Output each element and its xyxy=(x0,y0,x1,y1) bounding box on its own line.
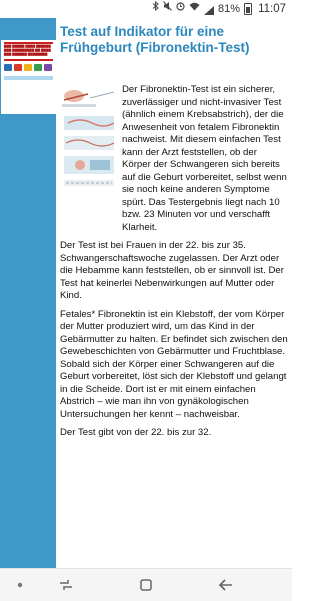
status-icons: 81% 11:07 xyxy=(152,0,286,18)
sidebar: ▇▇▇ ▇▇▇▇▇ ▇▇▇▇ ▇▇▇▇▇▇ ▇▇▇ ▇▇▇▇▇▇▇▇▇ ▇▇ ▇… xyxy=(0,18,56,568)
wifi-icon xyxy=(189,0,200,18)
paragraph-3: Fetales* Fibronektin ist ein Klebstoff, … xyxy=(60,308,288,420)
page-title: Test auf Indikator für eine Frühgeburt (… xyxy=(60,24,250,55)
logo-badges xyxy=(4,64,52,71)
battery-percent: 81% xyxy=(218,3,241,15)
back-icon[interactable] xyxy=(206,569,246,601)
article: Test auf Indikator für eine Frühgeburt (… xyxy=(56,18,292,568)
home-icon[interactable] xyxy=(126,569,166,601)
alarm-icon xyxy=(176,0,185,18)
site-logo[interactable]: ▇▇▇ ▇▇▇▇▇ ▇▇▇▇ ▇▇▇▇▇▇ ▇▇▇ ▇▇▇▇▇▇▇▇▇ ▇▇ ▇… xyxy=(1,40,56,114)
status-bar: 81% 11:07 xyxy=(0,0,292,18)
test-illustration xyxy=(62,90,115,186)
signal-icon xyxy=(204,5,215,15)
mute-icon xyxy=(163,0,172,18)
article-body: Der Fibronektin-Test ist ein sicherer, z… xyxy=(60,84,288,446)
logo-lettering: ▇▇▇ ▇▇▇▇▇ ▇▇▇▇ ▇▇▇▇▇▇ ▇▇▇ ▇▇▇▇▇▇▇▇▇ ▇▇ ▇… xyxy=(4,44,51,56)
battery-icon xyxy=(244,3,253,15)
clock-time: 11:07 xyxy=(258,3,286,15)
bluetooth-icon xyxy=(152,0,159,18)
paragraph-2: Der Test ist bei Frauen in der 22. bis z… xyxy=(60,240,284,301)
android-nav-bar xyxy=(0,568,292,601)
recents-icon[interactable] xyxy=(46,569,86,601)
dot-icon[interactable] xyxy=(0,569,40,601)
paragraph-4: Der Test gibt von der 22. bis zur 32. xyxy=(60,427,212,438)
